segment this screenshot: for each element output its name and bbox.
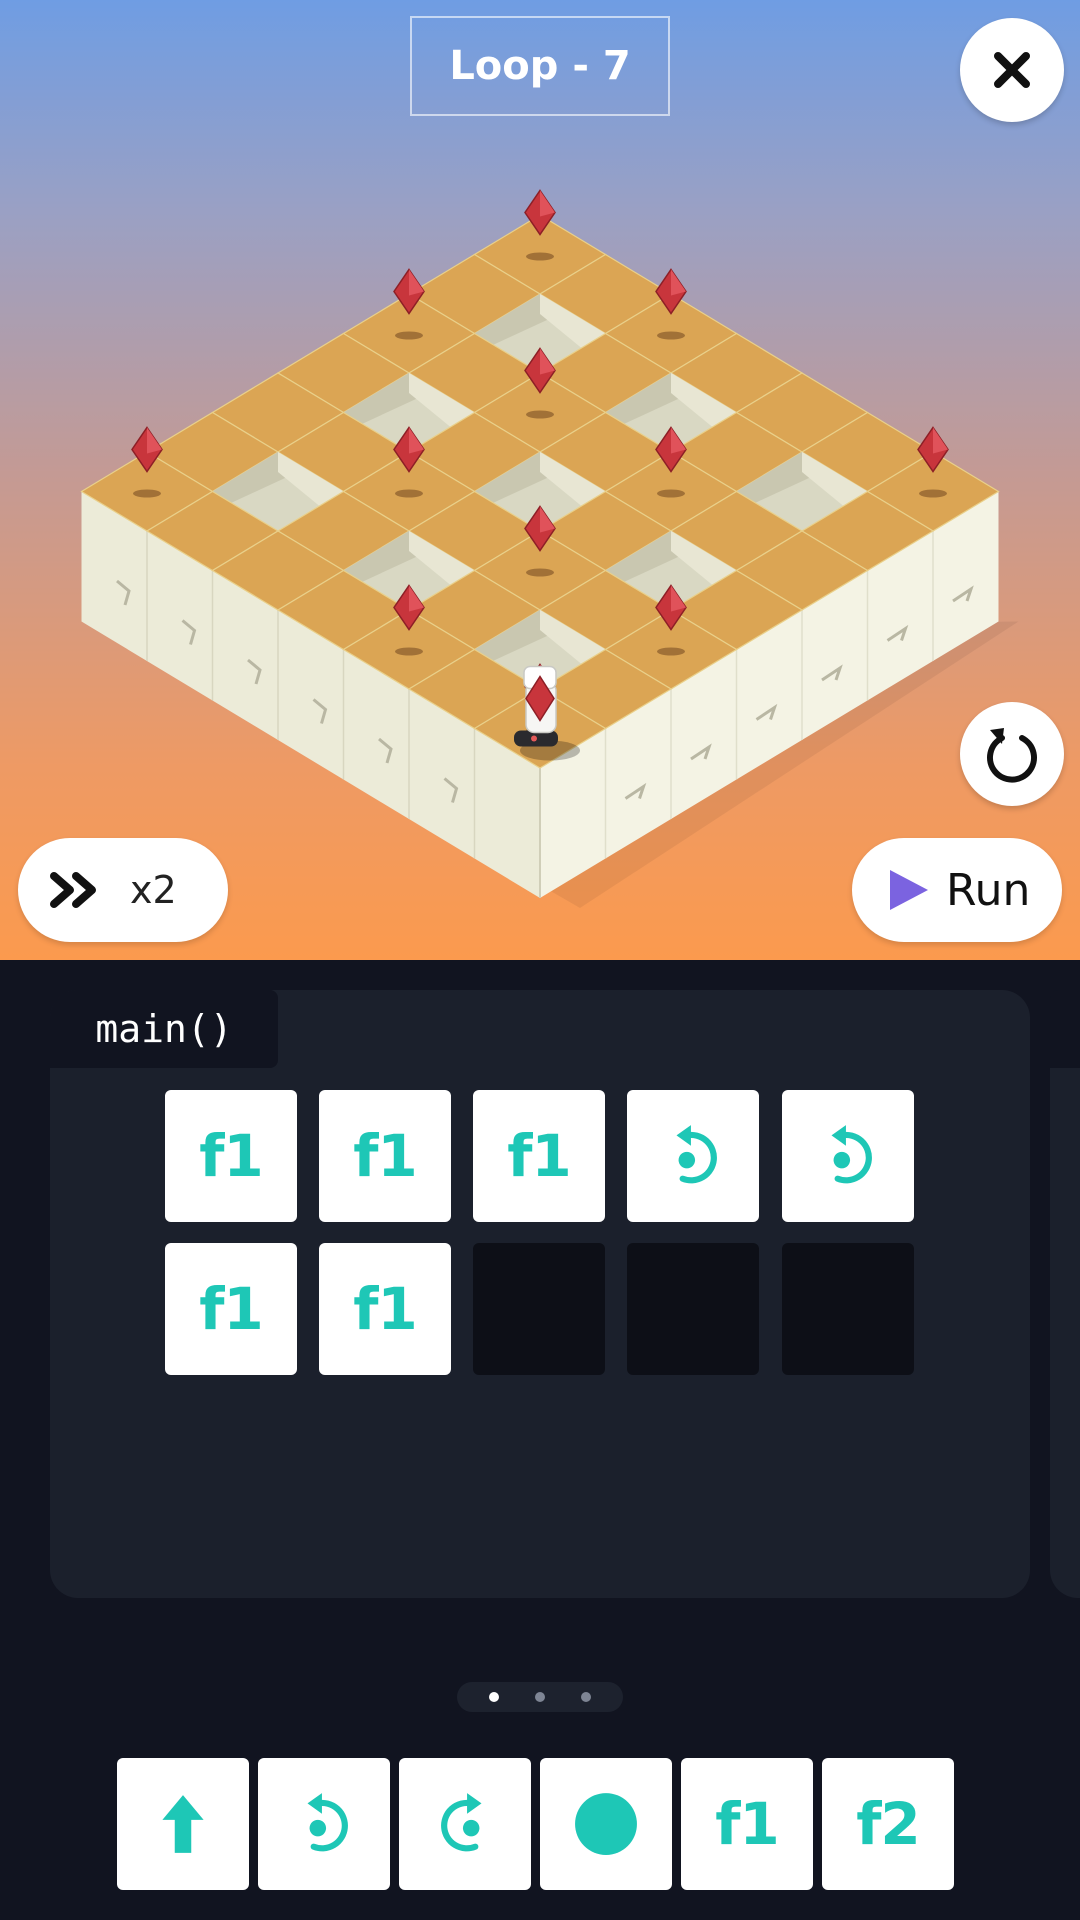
light-icon	[573, 1791, 639, 1857]
turn-left-icon	[815, 1123, 881, 1189]
game-board	[80, 189, 1019, 908]
turn-left-instruction[interactable]	[627, 1090, 759, 1222]
play-icon	[890, 870, 928, 910]
gem-highlight	[147, 427, 162, 454]
level-title: Loop - 7	[410, 16, 670, 116]
palette-light[interactable]	[540, 1758, 672, 1890]
instruction-label: f1	[199, 1275, 264, 1343]
turn-left-instruction[interactable]	[782, 1090, 914, 1222]
next-function-panel[interactable]	[1050, 990, 1080, 1598]
palette-label: f1	[715, 1790, 780, 1858]
function-tab: main()	[50, 990, 278, 1068]
instruction-label: f1	[353, 1122, 418, 1190]
instruction-label: f1	[507, 1122, 572, 1190]
empty-slot[interactable]	[473, 1243, 605, 1375]
close-icon	[994, 52, 1030, 88]
palette-turn-left[interactable]	[258, 1758, 390, 1890]
gem-shadow	[657, 489, 685, 498]
next-function-tab	[1050, 990, 1080, 1068]
fast-forward-icon	[50, 872, 96, 908]
gem-shadow	[395, 489, 423, 498]
palette-turn-right[interactable]	[399, 1758, 531, 1890]
gem-shadow	[133, 489, 161, 498]
reset-icon	[987, 728, 1037, 783]
page-indicator	[457, 1682, 623, 1712]
f1-instruction[interactable]: f1	[473, 1090, 605, 1222]
gem-shadow	[526, 410, 554, 419]
turn-left-icon	[291, 1791, 357, 1857]
turn-left-icon	[660, 1123, 726, 1189]
instruction-label: f1	[199, 1122, 264, 1190]
gem-shadow	[919, 489, 947, 498]
robot-light	[531, 735, 537, 742]
code-editor: main() f1 f1 f1 f1 f1 f1 f2	[0, 960, 1080, 1920]
instruction-label: f1	[353, 1275, 418, 1343]
page-dot[interactable]	[535, 1692, 545, 1702]
gem-highlight	[671, 269, 686, 296]
gem-highlight	[409, 269, 424, 296]
empty-slot[interactable]	[782, 1243, 914, 1375]
gem-shadow	[526, 568, 554, 577]
gem-shadow	[526, 252, 554, 261]
close-button[interactable]	[960, 18, 1064, 122]
gem-shadow	[395, 647, 423, 656]
page-dot[interactable]	[581, 1692, 591, 1702]
gem-highlight	[933, 427, 948, 454]
f1-instruction[interactable]: f1	[319, 1243, 451, 1375]
palette-f2[interactable]: f2	[822, 1758, 954, 1890]
f1-instruction[interactable]: f1	[165, 1243, 297, 1375]
page-dot[interactable]	[489, 1692, 499, 1702]
gem-highlight	[540, 190, 555, 217]
gem-shadow	[395, 331, 423, 340]
speed-button[interactable]: x2	[18, 838, 228, 942]
run-label: Run	[946, 864, 1031, 916]
turn-right-icon	[432, 1791, 498, 1857]
gem-shadow	[657, 647, 685, 656]
f1-instruction[interactable]: f1	[165, 1090, 297, 1222]
palette-move-forward[interactable]	[117, 1758, 249, 1890]
reset-button[interactable]	[960, 702, 1064, 806]
palette-f1[interactable]: f1	[681, 1758, 813, 1890]
game-scene: Loop - 7 x2 Run	[0, 0, 1080, 960]
empty-slot[interactable]	[627, 1243, 759, 1375]
gem-shadow	[657, 331, 685, 340]
f1-instruction[interactable]: f1	[319, 1090, 451, 1222]
move-forward-icon	[150, 1791, 216, 1857]
speed-label: x2	[130, 868, 177, 912]
palette-label: f2	[856, 1790, 921, 1858]
run-button[interactable]: Run	[852, 838, 1062, 942]
